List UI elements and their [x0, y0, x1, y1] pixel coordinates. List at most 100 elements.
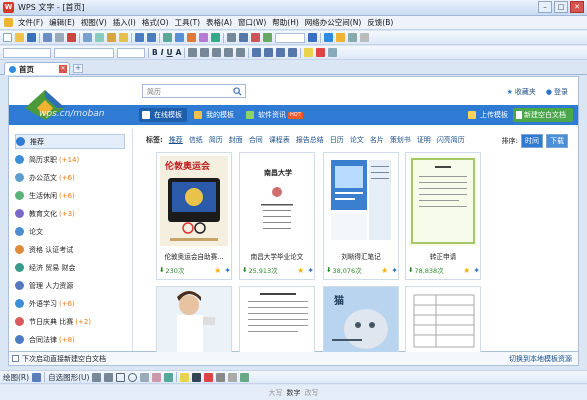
numbering-icon[interactable] [252, 48, 262, 57]
style-combo[interactable] [3, 47, 51, 58]
drawing-icon[interactable] [239, 33, 248, 42]
menu-format[interactable]: 格式(O) [139, 17, 172, 28]
sidebar-item-life[interactable]: 生活休闲 (+6) [15, 188, 125, 203]
copy-icon[interactable] [95, 33, 104, 42]
font-size-combo[interactable] [117, 47, 145, 58]
indent-decrease-icon[interactable] [276, 48, 286, 57]
sort-by-downloads-button[interactable]: 下载 [546, 134, 568, 148]
shadow-icon[interactable] [228, 372, 238, 382]
find-icon[interactable] [251, 33, 260, 42]
font-color-swatch-icon[interactable] [316, 48, 326, 57]
picture-icon[interactable] [175, 33, 184, 42]
tag-letter[interactable]: 信纸 [189, 135, 203, 145]
justify-icon[interactable] [224, 48, 234, 57]
menu-view[interactable]: 视图(V) [78, 17, 110, 28]
font-color-draw-icon[interactable] [204, 372, 214, 382]
share-icon[interactable]: ✦ [307, 266, 314, 275]
clipart-icon[interactable] [164, 372, 174, 382]
sidebar-item-contract[interactable]: 合同法律 (+8) [15, 332, 125, 347]
underline-icon[interactable]: U [167, 48, 173, 57]
view-outline-icon[interactable] [348, 33, 357, 42]
select-objects-icon[interactable] [32, 372, 42, 382]
italic-icon[interactable]: I [161, 48, 164, 57]
fill-color-icon[interactable] [180, 372, 190, 382]
sidebar-item-economy[interactable]: 经济 贸易 财会 [15, 260, 125, 275]
arrow-icon[interactable] [104, 372, 114, 382]
save-icon[interactable] [27, 33, 36, 42]
cut-icon[interactable] [83, 33, 92, 42]
share-icon[interactable]: ✦ [224, 266, 231, 275]
line-color-icon[interactable] [192, 372, 202, 382]
tab-my-templates[interactable]: 我的模板 [191, 108, 239, 122]
print-icon[interactable] [43, 33, 52, 42]
share-icon[interactable]: ✦ [473, 266, 480, 275]
bold-icon[interactable]: B [152, 48, 158, 57]
sidebar-item-resume[interactable]: 简历求职 (+14) [15, 152, 125, 167]
template-card[interactable]: 伦敦奥运会 伦敦奥运会自助赛... ⬇ 230次 ★ ✦ [156, 152, 232, 280]
close-tab-icon[interactable]: ✕ [59, 65, 67, 73]
zoom-icon[interactable] [263, 33, 272, 42]
columns-icon[interactable] [227, 33, 236, 42]
tag-thesis[interactable]: 论文 [350, 135, 364, 145]
highlight-icon[interactable] [304, 48, 314, 57]
new-tab-button[interactable]: + [73, 64, 83, 73]
help-icon[interactable] [308, 33, 317, 42]
line-style-icon[interactable] [216, 372, 226, 382]
menu-feedback[interactable]: 反馈(B) [364, 17, 396, 28]
favorites-link[interactable]: ★ 收藏夹 [507, 87, 536, 97]
search-input[interactable]: 简历 [142, 84, 246, 98]
switch-local-templates-link[interactable]: 切换到本地模板资源 [509, 354, 572, 364]
tag-card[interactable]: 名片 [370, 135, 384, 145]
paste-icon[interactable] [107, 33, 116, 42]
view-web-icon[interactable] [360, 33, 369, 42]
new-icon[interactable] [3, 33, 12, 42]
menu-network-office[interactable]: 网络办公空间(N) [302, 17, 364, 28]
rectangle-icon[interactable] [116, 372, 126, 382]
menu-file[interactable]: 文件(F) [15, 17, 46, 28]
draw-menu-button[interactable]: 绘图(R) [3, 372, 29, 383]
align-left-icon[interactable] [188, 48, 198, 57]
tab-online-templates[interactable]: 在线模板 [139, 108, 187, 122]
upload-template-button[interactable]: 上传模板 [468, 108, 508, 122]
search-icon[interactable] [233, 87, 242, 96]
startup-checkbox[interactable] [12, 355, 19, 362]
font-color-icon[interactable]: A [176, 48, 182, 57]
table-icon[interactable] [163, 33, 172, 42]
sort-by-time-button[interactable]: 时间 [521, 134, 543, 148]
redo-icon[interactable] [147, 33, 156, 42]
tag-timetable[interactable]: 课程表 [269, 135, 290, 145]
template-card[interactable] [405, 286, 481, 353]
tag-plan[interactable]: 策划书 [390, 135, 411, 145]
template-card[interactable]: 转正申请 ⬇ 78,838次 ★ ✦ [405, 152, 481, 280]
wordart-icon[interactable] [152, 372, 162, 382]
bullets-icon[interactable] [264, 48, 274, 57]
sidebar-item-festival[interactable]: 节日庆典 比赛 (+2) [15, 314, 125, 329]
indent-increase-icon[interactable] [288, 48, 298, 57]
star-icon[interactable]: ★ [463, 266, 470, 275]
ellipse-icon[interactable] [128, 372, 138, 382]
zoom-combo[interactable] [275, 32, 305, 43]
undo-icon[interactable] [135, 33, 144, 42]
sidebar-item-management[interactable]: 管理 人力资源 [15, 278, 125, 293]
star-icon[interactable]: ★ [297, 266, 304, 275]
tab-software-news[interactable]: 软件资讯 HOT [243, 108, 308, 122]
close-button[interactable]: ✕ [570, 1, 584, 13]
new-blank-doc-button[interactable]: 新建空白文档 [513, 108, 573, 122]
tag-shiny-resume[interactable]: 闪亮简历 [437, 135, 465, 145]
tab-home[interactable]: 首页 ✕ [4, 62, 70, 75]
view-page-icon[interactable] [336, 33, 345, 42]
tag-calendar[interactable]: 日历 [330, 135, 344, 145]
view-normal-icon[interactable] [324, 33, 333, 42]
menu-window[interactable]: 窗口(W) [235, 17, 269, 28]
align-right-icon[interactable] [212, 48, 222, 57]
sidebar-item-certification[interactable]: 资格 认证考试 [15, 242, 125, 257]
chart-icon[interactable] [187, 33, 196, 42]
hyperlink-icon[interactable] [211, 33, 220, 42]
menu-help[interactable]: 帮助(H) [269, 17, 302, 28]
sidebar-item-language[interactable]: 外语学习 (+6) [15, 296, 125, 311]
star-icon[interactable]: ★ [381, 266, 388, 275]
3d-icon[interactable] [240, 372, 250, 382]
pdf-icon[interactable] [67, 33, 76, 42]
open-icon[interactable] [15, 33, 24, 42]
minimize-button[interactable]: – [538, 1, 552, 13]
